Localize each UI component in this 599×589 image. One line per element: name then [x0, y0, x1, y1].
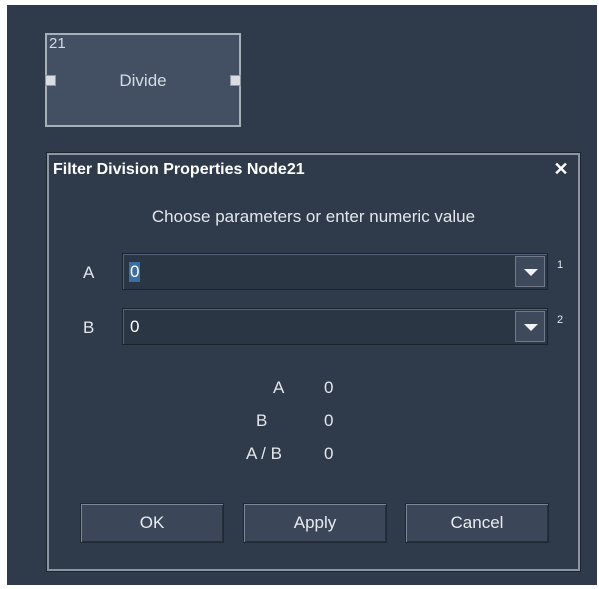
param-b-slot: 2	[557, 314, 564, 326]
result-a-label: A	[273, 378, 285, 397]
param-a-dropdown-button[interactable]	[515, 256, 545, 287]
output-port[interactable]	[230, 75, 241, 86]
param-b-value[interactable]: 0	[129, 317, 140, 337]
param-a-slot: 1	[557, 259, 564, 271]
node-id: 21	[49, 35, 66, 52]
cancel-button[interactable]: Cancel	[405, 503, 549, 543]
close-icon[interactable]: ✕	[552, 159, 570, 179]
result-ab-value: 0	[324, 444, 334, 463]
result-a-value: 0	[324, 378, 334, 397]
param-a-combobox[interactable]: 0	[122, 253, 548, 290]
param-a-label: A	[83, 263, 95, 282]
dialog-titlebar[interactable]: Filter Division Properties Node21 ✕	[49, 155, 578, 185]
result-b-label: B	[256, 411, 268, 430]
chevron-down-icon	[524, 324, 538, 331]
instruction-text: Choose parameters or enter numeric value	[151, 207, 476, 226]
param-b-label: B	[83, 318, 95, 337]
apply-button[interactable]: Apply	[243, 503, 387, 543]
properties-dialog: Filter Division Properties Node21 ✕ Choo…	[47, 153, 580, 571]
ok-button[interactable]: OK	[80, 503, 224, 543]
chevron-down-icon	[524, 269, 538, 276]
result-ab-label: A / B	[246, 444, 282, 463]
param-a-value[interactable]: 0	[129, 262, 141, 282]
result-b-value: 0	[324, 411, 334, 430]
node-title: Divide	[119, 71, 167, 90]
param-b-combobox[interactable]: 0	[122, 308, 548, 345]
param-b-dropdown-button[interactable]	[515, 311, 545, 342]
dialog-title: Filter Division Properties Node21	[53, 161, 305, 178]
divide-node[interactable]: 21 Divide	[45, 33, 241, 127]
graph-canvas[interactable]: 21 Divide Filter Division Properties Nod…	[7, 5, 597, 585]
